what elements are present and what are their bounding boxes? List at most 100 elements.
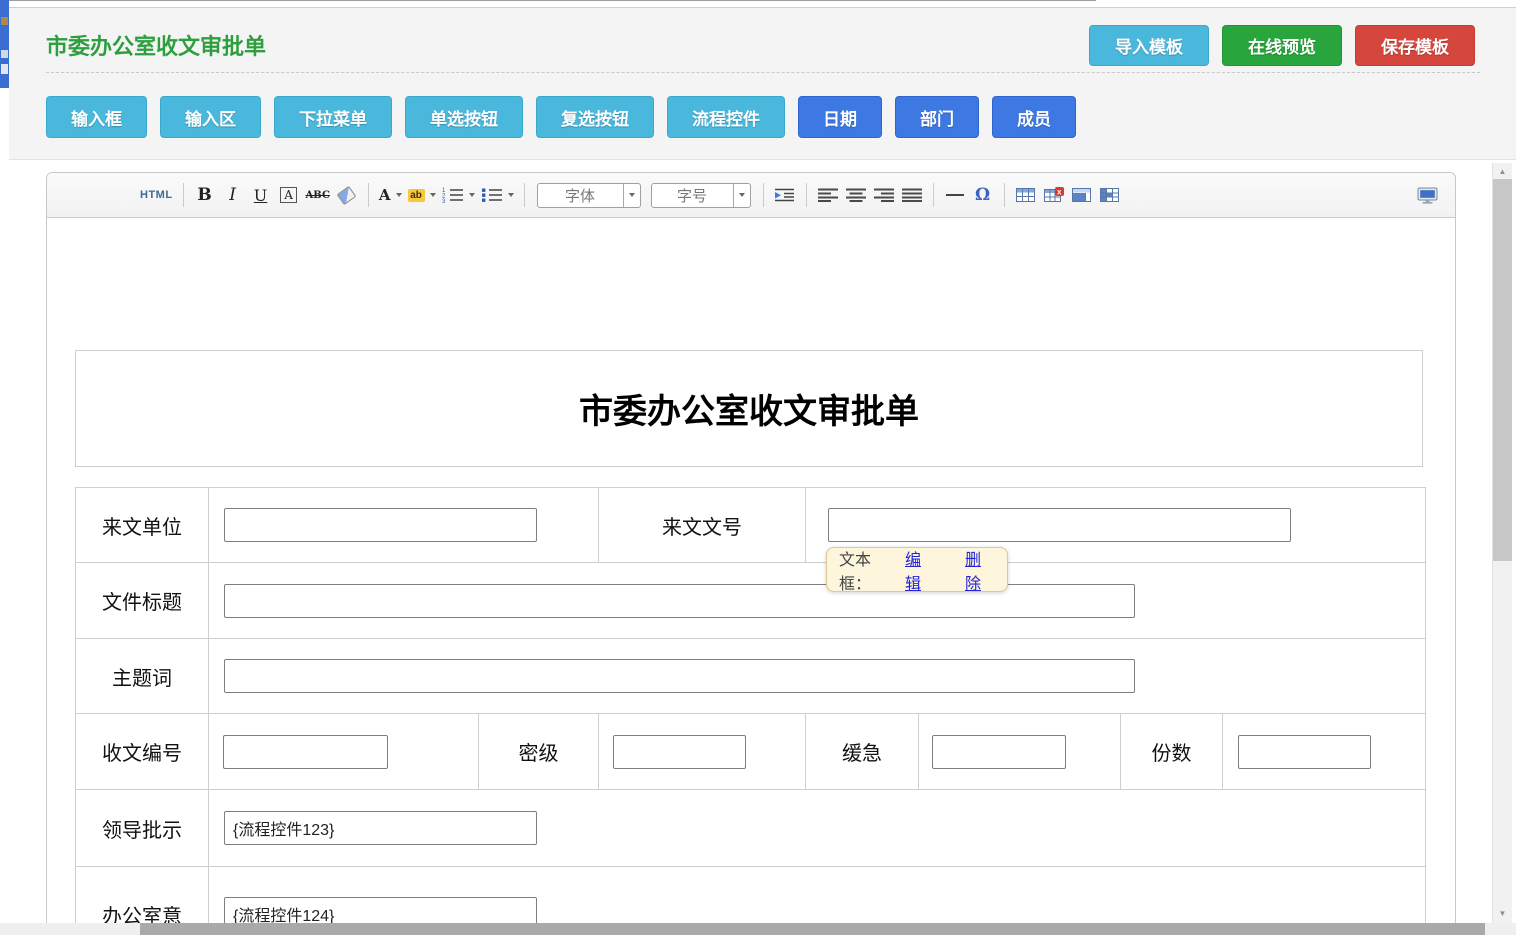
toolbar-separator — [1004, 183, 1005, 207]
html-source-label: HTML — [140, 189, 173, 201]
unordered-list-button[interactable] — [481, 181, 514, 209]
label-secrecy-level: 密级 — [479, 714, 599, 790]
vertical-scrollbar-thumb[interactable] — [1493, 179, 1512, 561]
cell-document-title — [209, 563, 1426, 639]
toolbar-separator — [933, 183, 934, 207]
subject-word-input[interactable] — [224, 659, 1135, 693]
align-justify-button[interactable] — [901, 181, 923, 209]
strikethrough-button[interactable]: ABC — [306, 181, 330, 209]
toolbar-separator — [183, 183, 184, 207]
html-source-button[interactable]: HTML — [140, 181, 173, 209]
horizontal-rule-button[interactable] — [944, 181, 966, 209]
font-family-select[interactable]: 字体 — [537, 183, 641, 208]
widget-button-department[interactable]: 部门 — [895, 96, 979, 138]
widget-button-dropdown[interactable]: 下拉菜单 — [274, 96, 392, 138]
widget-button-textarea[interactable]: 输入区 — [160, 96, 261, 138]
align-right-button[interactable] — [873, 181, 895, 209]
cell-copies — [1223, 714, 1426, 790]
insert-table-icon — [1016, 187, 1035, 203]
svg-text:x: x — [1057, 188, 1062, 197]
widget-toolbar: 输入框 输入区 下拉菜单 单选按钮 复选按钮 流程控件 日期 部门 成员 — [46, 96, 1076, 138]
chevron-down-icon — [629, 193, 635, 197]
cell-source-unit — [209, 488, 599, 563]
align-center-button[interactable] — [845, 181, 867, 209]
widget-button-checkbox[interactable]: 复选按钮 — [536, 96, 654, 138]
strip-icon-fragment — [1, 64, 8, 74]
label-urgency: 缓急 — [806, 714, 919, 790]
font-family-dropdown-button[interactable] — [623, 184, 640, 207]
popover-field-type-label: 文本框： — [839, 546, 899, 594]
rich-text-editor: HTML B I U A ABC A ab — [46, 172, 1456, 935]
align-left-icon — [818, 188, 838, 202]
remove-format-button[interactable] — [336, 181, 358, 209]
table-row: 来文单位 来文文号 — [76, 488, 1426, 563]
widget-button-input-box[interactable]: 输入框 — [46, 96, 147, 138]
italic-button[interactable]: I — [222, 181, 244, 209]
widget-button-date[interactable]: 日期 — [798, 96, 882, 138]
monitor-icon — [1417, 187, 1438, 204]
label-leader-instructions: 领导批示 — [76, 790, 209, 867]
template-designer-window: 市委办公室收文审批单 导入模板 在线预览 保存模板 输入框 输入区 下拉菜单 单… — [0, 0, 1516, 935]
popover-edit-link[interactable]: 编辑 — [905, 546, 935, 594]
table-row-icon — [1072, 187, 1091, 203]
table-row: 主题词 — [76, 639, 1426, 714]
cell-secrecy-level — [599, 714, 806, 790]
online-preview-button[interactable]: 在线预览 — [1222, 25, 1342, 66]
align-center-icon — [846, 188, 866, 202]
template-actions: 导入模板 在线预览 保存模板 — [1089, 25, 1475, 66]
widget-button-flow-control[interactable]: 流程控件 — [667, 96, 785, 138]
font-size-value: 字号 — [652, 185, 733, 206]
widget-button-radio[interactable]: 单选按钮 — [405, 96, 523, 138]
align-right-icon — [874, 188, 894, 202]
popover-delete-link[interactable]: 删除 — [965, 546, 995, 594]
table-cell-properties-button[interactable] — [1099, 181, 1121, 209]
underline-button[interactable]: U — [250, 181, 272, 209]
toolbar-separator — [368, 183, 369, 207]
receipt-number-input[interactable] — [223, 735, 388, 769]
table-row-properties-button[interactable] — [1071, 181, 1093, 209]
leader-instructions-input[interactable] — [224, 811, 537, 845]
font-size-select[interactable]: 字号 — [651, 183, 751, 208]
horizontal-scrollbar-thumb[interactable] — [140, 923, 1485, 935]
cell-urgency — [919, 714, 1121, 790]
delete-table-icon: x — [1044, 187, 1064, 203]
fullscreen-button[interactable] — [1416, 181, 1438, 209]
cell-receipt-number — [209, 714, 479, 790]
indent-button[interactable] — [774, 181, 796, 209]
special-char-button[interactable]: Ω — [972, 181, 994, 209]
vertical-scrollbar[interactable]: ▲ ▼ — [1492, 163, 1512, 935]
chevron-down-icon — [396, 193, 402, 197]
table-row: 收文编号 密级 缓急 份数 — [76, 714, 1426, 790]
chevron-down-icon — [430, 193, 436, 197]
secrecy-level-input[interactable] — [613, 735, 746, 769]
document-number-input[interactable] — [828, 508, 1291, 542]
chevron-down-icon — [739, 193, 745, 197]
highlight-color-button[interactable]: ab — [408, 181, 436, 209]
copies-input[interactable] — [1238, 735, 1371, 769]
delete-table-button[interactable]: x — [1043, 181, 1065, 209]
background-window-strip — [0, 0, 9, 88]
scroll-up-button[interactable]: ▲ — [1493, 163, 1512, 179]
document-title-cell[interactable]: 市委办公室收文审批单 — [75, 350, 1423, 467]
scroll-down-button[interactable]: ▼ — [1493, 905, 1512, 921]
table-cell-icon — [1100, 187, 1119, 203]
source-unit-input[interactable] — [224, 508, 537, 542]
font-color-button[interactable]: A — [379, 181, 402, 209]
horizontal-rule-icon — [946, 194, 964, 196]
ordered-list-button[interactable]: 1 2 3 — [442, 181, 475, 209]
import-template-button[interactable]: 导入模板 — [1089, 25, 1209, 66]
horizontal-scrollbar[interactable] — [0, 923, 1516, 935]
form-table: 来文单位 来文文号 文件标题 主题词 — [75, 487, 1426, 935]
insert-table-button[interactable] — [1015, 181, 1037, 209]
label-source-unit: 来文单位 — [76, 488, 209, 563]
boxed-a-button[interactable]: A — [278, 181, 300, 209]
urgency-input[interactable] — [932, 735, 1066, 769]
font-color-icon: A — [379, 186, 391, 204]
align-left-button[interactable] — [817, 181, 839, 209]
page-title: 市委办公室收文审批单 — [46, 29, 266, 61]
font-size-dropdown-button[interactable] — [733, 184, 750, 207]
widget-button-member[interactable]: 成员 — [992, 96, 1076, 138]
unordered-list-icon — [481, 187, 503, 203]
save-template-button[interactable]: 保存模板 — [1355, 25, 1475, 66]
bold-button[interactable]: B — [194, 181, 216, 209]
